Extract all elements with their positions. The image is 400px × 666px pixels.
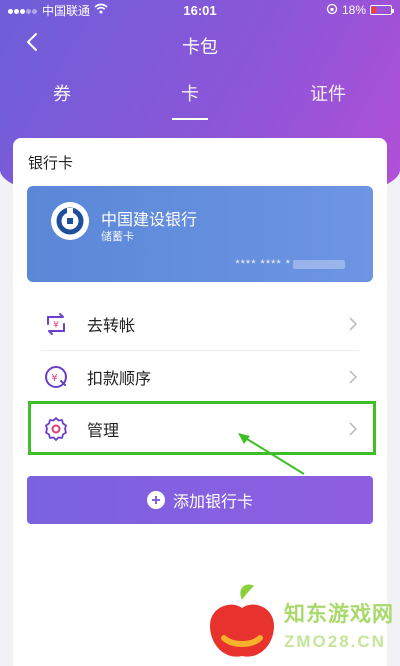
nav-bar: 卡包 [0, 26, 400, 60]
menu-item-label: 扣款顺序 [87, 371, 152, 388]
annotation-arrow-icon [238, 433, 305, 475]
menu-item-transfer[interactable]: ¥ 去转帐 [27, 298, 373, 350]
apple-logo-icon [210, 584, 274, 657]
page-title: 卡包 [182, 37, 218, 57]
menu-item-payment-order[interactable]: ¥ 扣款顺序 [27, 351, 373, 403]
signal-icon [8, 3, 38, 17]
bank-card[interactable]: 中国建设银行 储蓄卡 **** **** * [27, 186, 373, 282]
watermark: 知东游戏网 ZMO28.CN [200, 576, 400, 666]
menu-item-label: 去转帐 [87, 318, 136, 335]
rotation-lock-icon [326, 3, 338, 18]
section-title: 银行卡 [28, 155, 74, 172]
tab-bar: 券 卡 证件 [0, 76, 400, 116]
carrier-label: 中国联通 [42, 3, 91, 18]
payment-order-icon: ¥ [41, 362, 71, 392]
chevron-left-icon [27, 33, 37, 51]
card-number: **** **** * [235, 258, 345, 270]
chevron-right-icon [349, 420, 361, 438]
card-number-blur [293, 259, 345, 269]
status-bar: 中国联通 16:01 18% [0, 0, 400, 20]
card-type: 储蓄卡 [101, 231, 134, 243]
add-bank-card-button[interactable]: 添加银行卡 [27, 476, 373, 524]
plus-icon [146, 491, 165, 509]
bank-name: 中国建设银行 [101, 212, 198, 229]
ccb-logo-icon [51, 202, 89, 240]
chevron-right-icon [349, 315, 361, 333]
chevron-right-icon [349, 368, 361, 386]
card-number-text: **** **** * [235, 258, 291, 270]
transfer-icon: ¥ [41, 309, 71, 339]
battery-percent: 18% [341, 3, 366, 17]
watermark-text: 知东游戏网 [284, 603, 394, 626]
watermark-url: ZMO28.CN [284, 632, 386, 651]
back-button[interactable] [18, 28, 46, 56]
add-bank-card-label: 添加银行卡 [172, 494, 253, 511]
battery-icon [370, 5, 394, 15]
wifi-icon [94, 3, 108, 17]
tab-coupons[interactable]: 券 [53, 80, 71, 106]
svg-text:¥: ¥ [53, 321, 59, 331]
tab-documents[interactable]: 证件 [310, 80, 346, 106]
gear-icon [41, 414, 71, 444]
menu-item-label: 管理 [87, 423, 120, 440]
svg-text:¥: ¥ [51, 373, 57, 384]
menu-item-manage[interactable]: 管理 [27, 403, 373, 455]
tab-cards[interactable]: 卡 [181, 80, 199, 106]
